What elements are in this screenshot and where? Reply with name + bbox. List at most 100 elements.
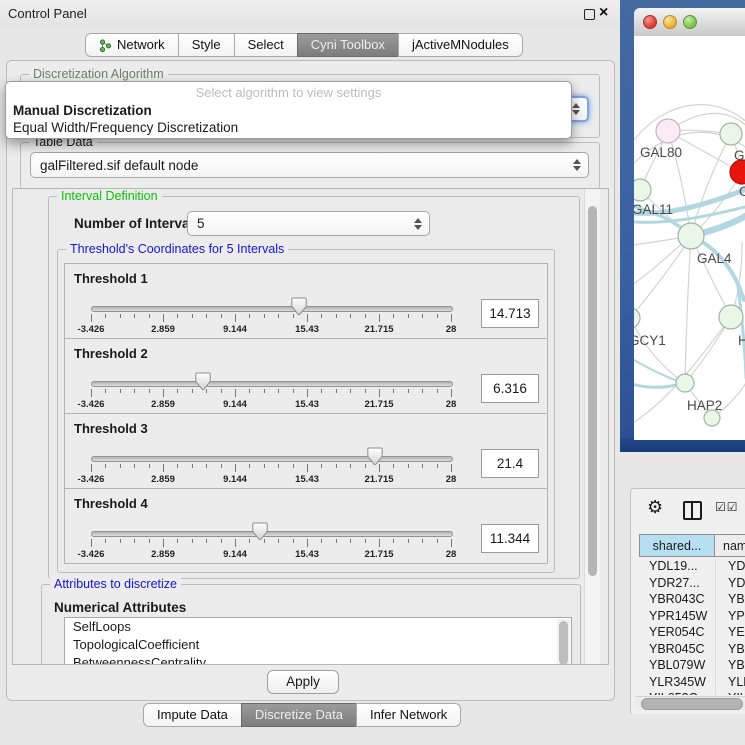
tab-cyni-toolbox[interactable]: Cyni Toolbox bbox=[297, 33, 399, 57]
numerical-attributes-list[interactable]: SelfLoopsTopologicalCoefficientBetweenne… bbox=[64, 617, 572, 665]
tab-jactivemnodules[interactable]: jActiveMNodules bbox=[398, 33, 523, 57]
tick-mark bbox=[350, 389, 351, 393]
attributes-scrollbar[interactable] bbox=[557, 619, 570, 665]
popup-item-manual-discretization[interactable]: Manual Discretization bbox=[6, 102, 571, 119]
column-header-shared-name[interactable]: shared... bbox=[639, 534, 715, 557]
cell-shared-name: YIL052C bbox=[639, 690, 715, 695]
tab-impute-data[interactable]: Impute Data bbox=[143, 703, 242, 727]
network-node-pink[interactable] bbox=[656, 119, 680, 143]
threshold-value-field[interactable]: 21.4 bbox=[481, 449, 539, 478]
table-row[interactable]: YLR345WYLR345W bbox=[639, 674, 745, 691]
tab-select[interactable]: Select bbox=[234, 33, 298, 57]
popup-prompt-item[interactable]: Select algorithm to view settings bbox=[6, 84, 571, 102]
table-row[interactable]: YIL052CYIL052C bbox=[639, 690, 745, 695]
slider-track[interactable] bbox=[91, 531, 453, 537]
table-row[interactable]: YBR043CYBR043C bbox=[639, 591, 745, 608]
table-row[interactable]: YDL19...YDL19... bbox=[639, 558, 745, 575]
popup-item-list: Manual DiscretizationEqual Width/Frequen… bbox=[6, 102, 571, 136]
tick-mark bbox=[120, 314, 121, 318]
tick-mark bbox=[278, 539, 279, 543]
scrollbar-thumb[interactable] bbox=[641, 698, 743, 710]
zoom-traffic-light-icon[interactable] bbox=[683, 15, 697, 29]
tab-infer-network[interactable]: Infer Network bbox=[356, 703, 461, 727]
float-window-icon[interactable] bbox=[584, 9, 595, 20]
network-node-green[interactable] bbox=[678, 223, 704, 249]
tick-mark bbox=[134, 389, 135, 393]
slider-thumb[interactable] bbox=[195, 372, 211, 391]
tab-label: jActiveMNodules bbox=[412, 34, 509, 56]
network-canvas[interactable]: GAL80GACGAL11GAL4GCY1HHAP2 bbox=[634, 36, 745, 440]
network-node-green[interactable] bbox=[720, 123, 742, 145]
tick-mark bbox=[192, 314, 193, 318]
table-hscrollbar[interactable] bbox=[635, 696, 745, 710]
slider-track[interactable] bbox=[91, 456, 453, 462]
table-data-combo[interactable]: galFiltered.sif default node bbox=[30, 152, 589, 178]
tick-mark bbox=[408, 464, 409, 468]
table-panel: ⚙ ☑☑ shared... name YDL19...YDL19...YDR2… bbox=[630, 488, 745, 716]
tick-mark bbox=[451, 389, 452, 397]
scrollbar-thumb[interactable] bbox=[588, 206, 597, 576]
minimize-traffic-light-icon[interactable] bbox=[663, 15, 677, 29]
popup-item-equal-width-frequency-discretization[interactable]: Equal Width/Frequency Discretization bbox=[6, 119, 571, 136]
tick-mark bbox=[221, 539, 222, 543]
attribute-item-betweennesscentrality[interactable]: BetweennessCentrality bbox=[65, 654, 571, 665]
attribute-item-selfloops[interactable]: SelfLoops bbox=[65, 618, 571, 636]
column-header-name[interactable]: name bbox=[715, 534, 745, 557]
cell-name: YPR145W bbox=[715, 608, 745, 625]
tick-mark bbox=[177, 389, 178, 393]
table-row[interactable]: YBR045CYBR045C bbox=[639, 641, 745, 658]
slider-track[interactable] bbox=[91, 306, 453, 312]
attribute-item-topologicalcoefficient[interactable]: TopologicalCoefficient bbox=[65, 636, 571, 654]
threshold-value-field[interactable]: 6.316 bbox=[481, 374, 539, 403]
threshold-value-field[interactable]: 14.713 bbox=[481, 299, 539, 328]
slider-ticks bbox=[91, 539, 451, 549]
apply-button[interactable]: Apply bbox=[267, 670, 339, 694]
slider-thumb[interactable] bbox=[291, 297, 307, 316]
tick-label: 21.715 bbox=[349, 399, 409, 410]
network-node-green[interactable] bbox=[634, 179, 651, 201]
network-node-red[interactable] bbox=[730, 160, 745, 184]
tick-mark bbox=[293, 464, 294, 468]
slider-track[interactable] bbox=[91, 381, 453, 387]
network-window-titlebar[interactable] bbox=[634, 8, 745, 37]
panel-title: Control Panel bbox=[8, 6, 87, 21]
network-edge[interactable] bbox=[691, 134, 731, 236]
threshold-value-field[interactable]: 11.344 bbox=[481, 524, 539, 553]
discretization-algorithm-title: Discretization Algorithm bbox=[29, 67, 168, 82]
table-row[interactable]: YPR145WYPR145W bbox=[639, 608, 745, 625]
close-traffic-light-icon[interactable] bbox=[643, 15, 657, 29]
table-row[interactable]: YER054CYER054C bbox=[639, 624, 745, 641]
tick-mark bbox=[393, 539, 394, 543]
tab-discretize-data[interactable]: Discretize Data bbox=[241, 703, 357, 727]
tick-mark bbox=[365, 539, 366, 543]
network-node-green[interactable] bbox=[719, 305, 743, 329]
tick-mark bbox=[422, 389, 423, 393]
scrollbar-thumb[interactable] bbox=[559, 621, 568, 665]
column-layout-icon[interactable] bbox=[683, 501, 702, 520]
tick-mark bbox=[149, 539, 150, 543]
table-panel-header: Table Panel bbox=[620, 452, 745, 488]
table-row[interactable]: YBL079WYBL079W bbox=[639, 657, 745, 674]
tick-mark bbox=[321, 389, 322, 393]
cell-name: YDL19... bbox=[715, 558, 745, 575]
tab-style[interactable]: Style bbox=[178, 33, 235, 57]
checkbox-icons[interactable]: ☑☑ bbox=[715, 500, 739, 514]
attributes-group: Attributes to discretize Numerical Attri… bbox=[41, 584, 581, 665]
network-edge[interactable] bbox=[685, 236, 691, 383]
table-row[interactable]: YDR27...YDR27... bbox=[639, 575, 745, 592]
slider-thumb[interactable] bbox=[252, 522, 268, 541]
close-icon[interactable]: × bbox=[599, 3, 608, 23]
number-of-intervals-combo[interactable]: 5 bbox=[187, 211, 430, 236]
tick-mark bbox=[307, 314, 308, 322]
network-node-green[interactable] bbox=[676, 374, 694, 392]
tick-mark bbox=[163, 464, 164, 472]
table-data-group: Table Data galFiltered.sif default node bbox=[20, 142, 600, 189]
gear-icon[interactable]: ⚙ bbox=[647, 497, 663, 518]
tick-mark bbox=[264, 314, 265, 318]
cell-shared-name: YBR043C bbox=[639, 591, 715, 608]
main-scrollbar[interactable] bbox=[584, 189, 600, 664]
network-node-green[interactable] bbox=[634, 308, 640, 328]
tick-mark bbox=[163, 389, 164, 397]
tab-network[interactable]: Network bbox=[85, 33, 179, 57]
slider-thumb[interactable] bbox=[367, 447, 383, 466]
